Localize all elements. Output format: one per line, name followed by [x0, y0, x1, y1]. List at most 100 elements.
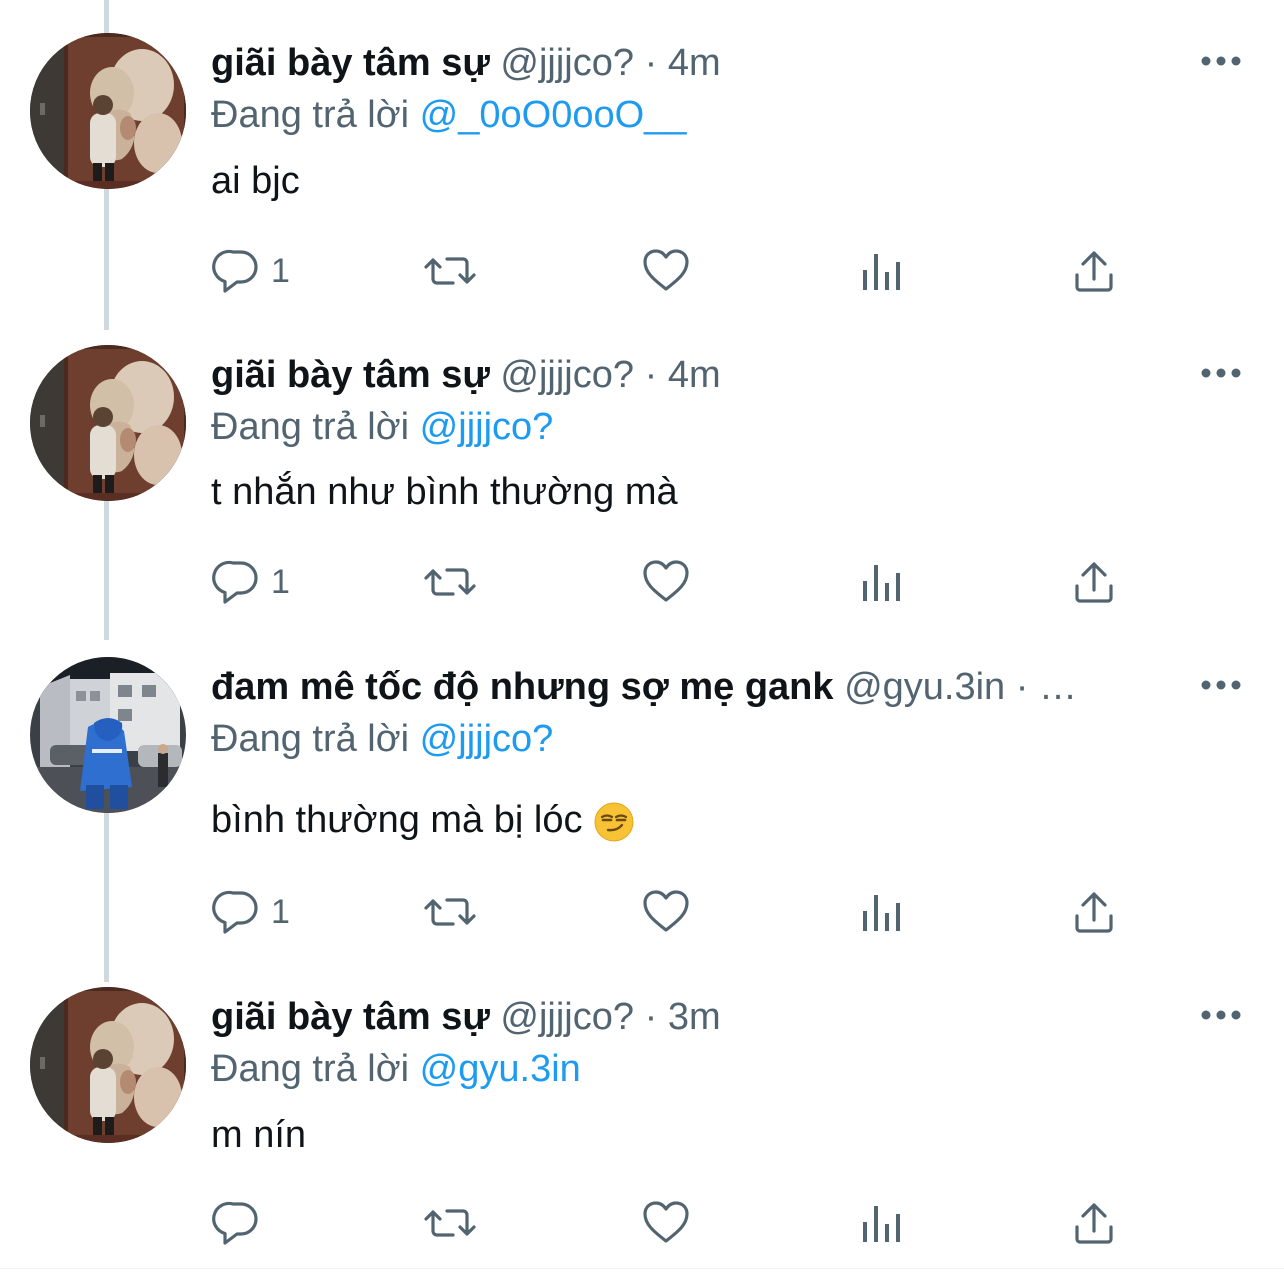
- share-icon: [1075, 892, 1113, 933]
- separator-dot: ·: [644, 42, 658, 84]
- like-button[interactable]: [641, 245, 691, 297]
- street-hoodie-avatar-icon: [30, 657, 186, 813]
- reply-button[interactable]: 1: [211, 556, 290, 608]
- views-chart-icon: [863, 895, 900, 931]
- tweet-header: giãi bày tâm sự @jjjjco? · 3m: [211, 992, 1184, 1042]
- views-chart-icon: [863, 1206, 900, 1242]
- like-button[interactable]: [641, 556, 691, 608]
- share-button[interactable]: [1073, 886, 1117, 938]
- reply-button[interactable]: 1: [211, 245, 290, 297]
- reply-count: 1: [271, 252, 290, 290]
- more-options-icon[interactable]: [1200, 1005, 1242, 1025]
- avatar[interactable]: [30, 33, 186, 189]
- heart-icon: [643, 560, 689, 602]
- separator-dot: ·: [644, 354, 658, 396]
- mention-link[interactable]: @_0oO0ooO__: [420, 94, 687, 136]
- retweet-icon: [424, 568, 476, 596]
- views-button[interactable]: [859, 556, 905, 608]
- mention-link[interactable]: @gyu.3in: [420, 1048, 581, 1090]
- action-bar: 1: [211, 245, 1131, 297]
- thread-connector-line: [104, 812, 109, 982]
- share-button[interactable]: [1073, 245, 1117, 297]
- user-handle[interactable]: @gyu.3in: [844, 666, 1005, 708]
- user-handle[interactable]: @jjjjco?: [500, 42, 634, 84]
- avatar[interactable]: [30, 345, 186, 501]
- painting-avatar-icon: [30, 345, 186, 501]
- views-button[interactable]: [859, 1197, 905, 1249]
- heart-icon: [643, 249, 689, 291]
- replying-to: Đang trả lời @gyu.3in: [211, 1044, 581, 1094]
- retweet-button[interactable]: [423, 1197, 479, 1249]
- action-bar: [211, 1197, 1131, 1249]
- reply-prefix: Đang trả lời: [211, 718, 410, 760]
- display-name[interactable]: giãi bày tâm sự: [211, 996, 490, 1038]
- display-name[interactable]: đam mê tốc độ nhưng sợ mẹ gank: [211, 666, 834, 708]
- mention-link[interactable]: @jjjjco?: [420, 406, 554, 448]
- user-handle[interactable]: @jjjjco?: [500, 354, 634, 396]
- mention-link[interactable]: @jjjjco?: [420, 718, 554, 760]
- tweet-text: ai bjc: [211, 160, 300, 202]
- tweet-text: bình thường mà bị lóc: [211, 795, 635, 845]
- views-chart-icon: [863, 565, 900, 601]
- tweet-header: giãi bày tâm sự @jjjjco? · 4m: [211, 350, 1184, 400]
- like-button[interactable]: [641, 1197, 691, 1249]
- retweet-button[interactable]: [423, 886, 479, 938]
- reply-button[interactable]: 1: [211, 886, 290, 938]
- reply-prefix: Đang trả lời: [211, 1048, 410, 1090]
- timestamp[interactable]: …: [1039, 666, 1077, 708]
- retweet-button[interactable]: [423, 556, 479, 608]
- like-button[interactable]: [641, 886, 691, 938]
- reply-icon: [212, 890, 258, 934]
- timestamp[interactable]: 3m: [668, 996, 721, 1038]
- display-name[interactable]: giãi bày tâm sự: [211, 42, 490, 84]
- reply-prefix: Đang trả lời: [211, 406, 410, 448]
- replying-to: Đang trả lời @jjjjco?: [211, 714, 553, 764]
- action-bar: 1: [211, 886, 1131, 938]
- reply-prefix: Đang trả lời: [211, 94, 410, 136]
- retweet-icon: [424, 257, 476, 285]
- reply-icon: [212, 249, 258, 293]
- avatar[interactable]: [30, 657, 186, 813]
- painting-avatar-icon: [30, 33, 186, 189]
- heart-icon: [643, 1201, 689, 1243]
- reply-icon: [212, 1201, 258, 1245]
- user-handle[interactable]: @jjjjco?: [500, 996, 634, 1038]
- separator-dot: ·: [1015, 666, 1029, 708]
- share-icon: [1075, 251, 1113, 292]
- reply-icon: [212, 560, 258, 604]
- replying-to: Đang trả lời @jjjjco?: [211, 402, 553, 452]
- retweet-button[interactable]: [423, 245, 479, 297]
- more-options-icon[interactable]: [1200, 51, 1242, 71]
- tweet-text: t nhắn như bình thường mà: [211, 471, 678, 513]
- smirking-face-emoji-icon: [594, 802, 634, 842]
- action-bar: 1: [211, 556, 1131, 608]
- share-icon: [1075, 1203, 1113, 1244]
- tweet-text: m nín: [211, 1114, 307, 1156]
- views-button[interactable]: [859, 245, 905, 297]
- painting-avatar-icon: [30, 987, 186, 1143]
- heart-icon: [643, 890, 689, 932]
- more-options-icon[interactable]: [1200, 675, 1242, 695]
- share-button[interactable]: [1073, 1197, 1117, 1249]
- retweet-icon: [424, 898, 476, 926]
- tweet-header: đam mê tốc độ nhưng sợ mẹ gank @gyu.3in …: [211, 662, 1184, 712]
- share-button[interactable]: [1073, 556, 1117, 608]
- replying-to: Đang trả lời @_0oO0ooO__: [211, 90, 686, 140]
- retweet-icon: [424, 1209, 476, 1237]
- reply-count: 1: [271, 893, 290, 931]
- display-name[interactable]: giãi bày tâm sự: [211, 354, 490, 396]
- views-chart-icon: [863, 254, 900, 290]
- tweet-text-content: bình thường mà bị lóc: [211, 799, 583, 841]
- thread-connector-line: [104, 500, 109, 640]
- divider: [0, 1268, 1284, 1269]
- separator-dot: ·: [644, 996, 658, 1038]
- more-options-icon[interactable]: [1200, 363, 1242, 383]
- views-button[interactable]: [859, 886, 905, 938]
- avatar[interactable]: [30, 987, 186, 1143]
- reply-button[interactable]: [211, 1197, 271, 1249]
- reply-count: 1: [271, 563, 290, 601]
- timestamp[interactable]: 4m: [668, 42, 721, 84]
- timestamp[interactable]: 4m: [668, 354, 721, 396]
- tweet-header: giãi bày tâm sự @jjjjco? · 4m: [211, 38, 1184, 88]
- share-icon: [1075, 562, 1113, 603]
